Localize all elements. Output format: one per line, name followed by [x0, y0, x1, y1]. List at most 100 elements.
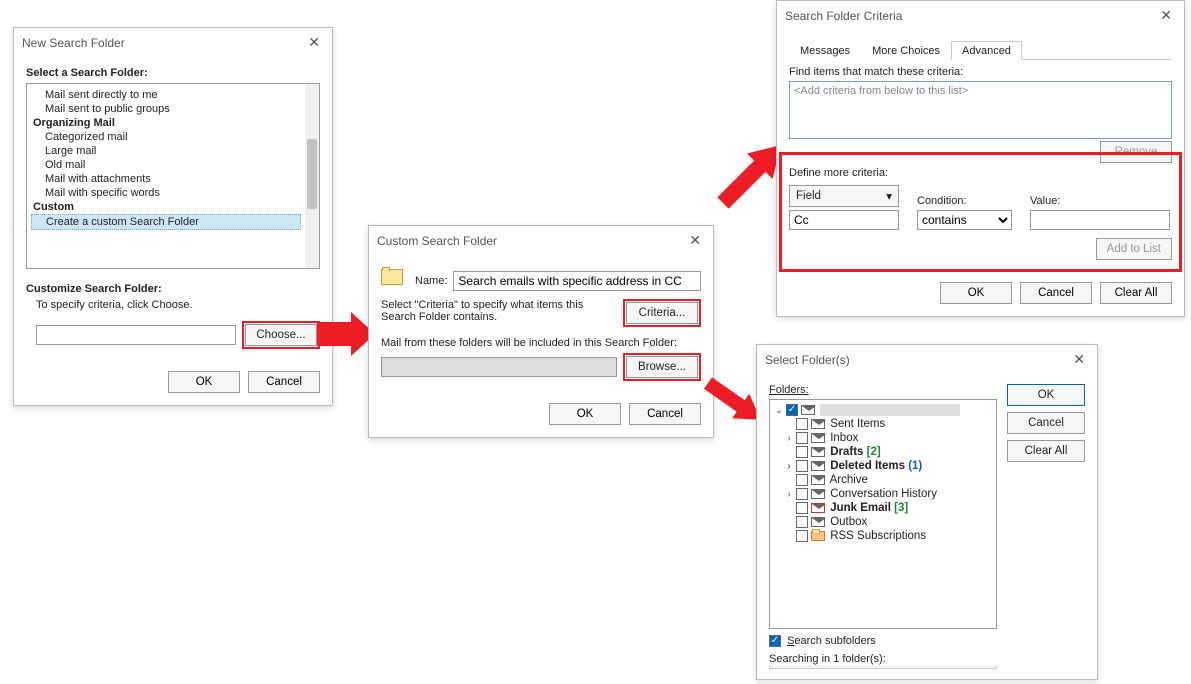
folder-checkbox[interactable]: [796, 446, 808, 458]
folder-label: Junk Email: [830, 502, 891, 514]
dialog-title: Search Folder Criteria: [785, 9, 902, 23]
folder-checkbox[interactable]: [796, 502, 808, 514]
close-icon[interactable]: ✕: [1069, 351, 1089, 368]
criteria-button[interactable]: Criteria...: [626, 302, 698, 324]
folder-checkbox[interactable]: [796, 488, 808, 500]
cancel-button[interactable]: Cancel: [1020, 282, 1092, 304]
close-icon[interactable]: ✕: [685, 232, 705, 249]
new-search-folder-dialog: New Search Folder ✕ Select a Search Fold…: [13, 27, 333, 406]
junk-icon: [811, 503, 825, 513]
clear-all-button[interactable]: Clear All: [1007, 440, 1085, 462]
folder-label: RSS Subscriptions: [830, 530, 926, 542]
tree-row[interactable]: › Conversation History: [774, 487, 992, 501]
folder-search-icon: [381, 269, 409, 293]
list-item[interactable]: Mail sent to public groups: [31, 102, 301, 116]
rss-icon: [811, 531, 825, 541]
expander-icon[interactable]: ›: [784, 433, 794, 444]
search-subfolders-checkbox[interactable]: [769, 635, 781, 647]
ok-button[interactable]: OK: [168, 371, 240, 393]
titlebar: Custom Search Folder ✕: [369, 226, 713, 255]
folder-checkbox[interactable]: [796, 418, 808, 430]
mail-icon: [811, 433, 825, 443]
tree-row[interactable]: RSS Subscriptions: [774, 529, 992, 543]
list-item[interactable]: Mail with attachments: [31, 172, 301, 186]
dialog-title: Custom Search Folder: [377, 234, 497, 248]
tree-row[interactable]: ⌄: [774, 403, 992, 417]
close-icon[interactable]: ✕: [1156, 7, 1176, 24]
choose-button[interactable]: Choose...: [245, 324, 317, 346]
dialog-title: Select Folder(s): [765, 353, 850, 367]
tab-more-choices[interactable]: More Choices: [861, 41, 951, 60]
mail-icon: [811, 489, 825, 499]
count-badge: (1): [908, 460, 922, 472]
customize-label: Customize Search Folder:: [26, 283, 320, 295]
ok-button[interactable]: OK: [940, 282, 1012, 304]
browse-button[interactable]: Browse...: [626, 356, 698, 378]
tab-advanced[interactable]: Advanced: [951, 41, 1022, 60]
list-header: Custom: [31, 200, 301, 214]
name-input[interactable]: [453, 271, 701, 291]
close-icon[interactable]: ✕: [304, 34, 324, 51]
tree-row[interactable]: Archive: [774, 473, 992, 487]
list-item[interactable]: Create a custom Search Folder: [31, 214, 301, 230]
specify-label: To specify criteria, click Choose.: [26, 295, 320, 317]
tab-messages[interactable]: Messages: [789, 41, 861, 60]
dialog-title: New Search Folder: [22, 36, 125, 50]
list-header: Organizing Mail: [31, 116, 301, 130]
search-folder-list[interactable]: Mail sent directly to meMail sent to pub…: [26, 83, 320, 269]
tree-row[interactable]: Drafts [2]: [774, 445, 992, 459]
searching-in-label: Searching in 1 folder(s):: [769, 653, 997, 665]
folders-desc: Mail from these folders will be included…: [381, 337, 701, 349]
list-item[interactable]: Mail with specific words: [31, 186, 301, 200]
count-badge: [3]: [894, 502, 908, 514]
folder-checkbox[interactable]: [796, 530, 808, 542]
ok-button[interactable]: OK: [1007, 384, 1085, 406]
select-folders-dialog: Select Folder(s) ✕ Folders: ⌄ Sent Items…: [756, 344, 1098, 680]
folder-label: Deleted Items: [830, 460, 905, 472]
tree-row[interactable]: › Deleted Items (1): [774, 459, 992, 473]
mail-icon: [811, 447, 825, 457]
folders-label: Folders:: [769, 384, 809, 396]
expander-icon[interactable]: ›: [784, 461, 794, 472]
folder-checkbox[interactable]: [796, 474, 808, 486]
expander-icon[interactable]: ›: [784, 489, 794, 500]
folder-checkbox[interactable]: [786, 404, 798, 416]
find-label: Find items that match these criteria:: [789, 66, 1172, 78]
folder-label: Conversation History: [830, 488, 937, 500]
folder-tree[interactable]: ⌄ Sent Items› Inbox Drafts [2]› Deleted …: [769, 399, 997, 629]
ok-button[interactable]: OK: [549, 403, 621, 425]
folder-label: Archive: [830, 474, 868, 486]
custom-search-folder-dialog: Custom Search Folder ✕ Name: Select "Cri…: [368, 225, 714, 438]
clear-all-button[interactable]: Clear All: [1100, 282, 1172, 304]
scrollbar[interactable]: [305, 84, 319, 268]
list-item[interactable]: Old mail: [31, 158, 301, 172]
list-item[interactable]: Large mail: [31, 144, 301, 158]
folder-checkbox[interactable]: [796, 460, 808, 472]
expander-icon[interactable]: ⌄: [774, 405, 784, 416]
cancel-button[interactable]: Cancel: [1007, 412, 1085, 434]
tree-row[interactable]: Junk Email [3]: [774, 501, 992, 515]
tree-row[interactable]: Sent Items: [774, 417, 992, 431]
cancel-button[interactable]: Cancel: [248, 371, 320, 393]
criteria-display: [36, 325, 236, 345]
titlebar: Select Folder(s) ✕: [757, 345, 1097, 374]
titlebar: New Search Folder ✕: [14, 28, 332, 57]
folder-checkbox[interactable]: [796, 432, 808, 444]
mail-icon: [811, 419, 825, 429]
tree-row[interactable]: › Inbox: [774, 431, 992, 445]
titlebar: Search Folder Criteria ✕: [777, 1, 1184, 30]
folder-label: Outbox: [830, 516, 867, 528]
list-item[interactable]: Mail sent directly to me: [31, 88, 301, 102]
name-label: Name:: [415, 275, 447, 287]
tree-row[interactable]: Outbox: [774, 515, 992, 529]
folder-checkbox[interactable]: [796, 516, 808, 528]
count-badge: [2]: [867, 446, 881, 458]
cancel-button[interactable]: Cancel: [629, 403, 701, 425]
redacted-label: [820, 404, 960, 416]
criteria-list[interactable]: <Add criteria from below to this list>: [789, 81, 1172, 139]
tab-strip: Messages More Choices Advanced: [789, 40, 1172, 60]
select-search-folder-label: Select a Search Folder:: [26, 67, 320, 79]
list-item[interactable]: Categorized mail: [31, 130, 301, 144]
folder-label: Drafts: [830, 446, 863, 458]
mail-icon: [811, 475, 825, 485]
